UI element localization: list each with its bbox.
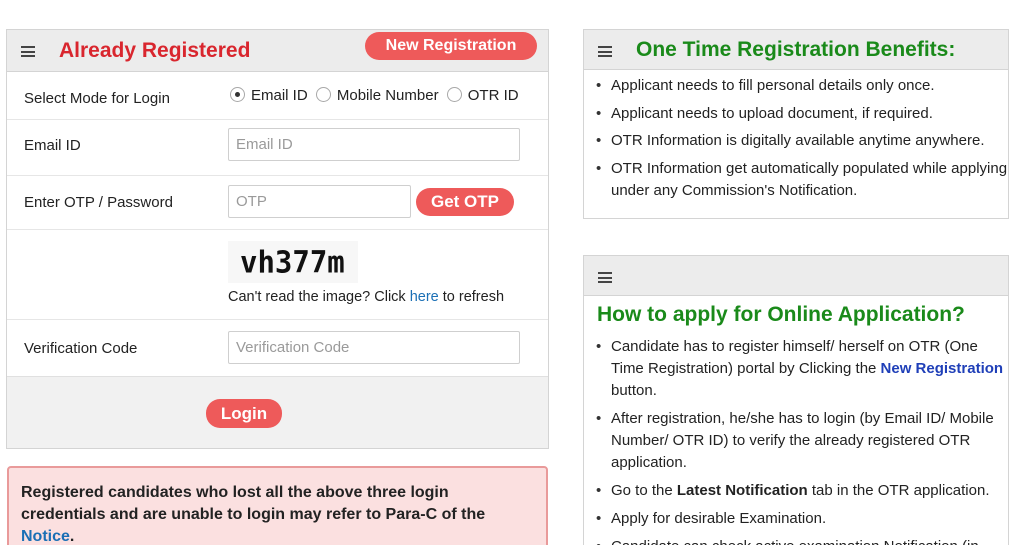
benefits-list: Applicant needs to fill personal details… <box>584 75 1008 207</box>
menu-icon <box>598 272 612 283</box>
list-item: Apply for desirable Examination. <box>584 508 1008 530</box>
new-registration-button[interactable]: New Registration <box>365 32 537 60</box>
verification-row: Verification Code <box>7 320 548 376</box>
benefits-title: One Time Registration Benefits: <box>636 38 956 61</box>
login-footer: Login <box>7 376 548 448</box>
new-registration-link[interactable]: New Registration <box>881 360 1004 377</box>
radio-email-id[interactable] <box>230 87 245 102</box>
radio-otr-id-label[interactable]: OTR ID <box>468 87 519 104</box>
radio-email-id-label[interactable]: Email ID <box>251 87 308 104</box>
benefits-panel-header: One Time Registration Benefits: <box>584 30 1008 70</box>
verification-label: Verification Code <box>24 340 138 357</box>
alert-suffix: . <box>69 528 75 545</box>
email-label: Email ID <box>24 137 81 154</box>
list-item: Candidate can check active examination N… <box>584 536 1008 545</box>
list-item: OTR Information get automatically popula… <box>584 158 1008 202</box>
list-item: Applicant needs to fill personal details… <box>584 75 1008 97</box>
login-mode-radio-group: Email ID Mobile Number OTR ID <box>230 87 523 104</box>
apply-steps-list: Candidate has to register himself/ herse… <box>584 336 1008 545</box>
list-item: Applicant needs to upload document, if r… <box>584 103 1008 125</box>
captcha-refresh-link[interactable]: here <box>410 289 439 305</box>
captcha-help-prefix: Can't read the image? Click <box>228 289 410 305</box>
login-mode-label: Select Mode for Login <box>24 90 170 107</box>
latest-notification-text: Latest Notification <box>676 482 808 499</box>
apply-title: How to apply for Online Application? <box>597 303 965 326</box>
menu-icon <box>21 46 35 57</box>
captcha-image: vh377m <box>228 241 358 283</box>
step3-suffix: tab in the OTR application. <box>807 482 990 499</box>
apply-panel-header <box>584 256 1008 296</box>
list-item: Go to the Latest Notification tab in the… <box>584 480 1008 502</box>
login-panel-header: Already Registered New Registration <box>7 30 548 72</box>
menu-icon <box>598 46 612 57</box>
list-item: After registration, he/she has to login … <box>584 408 1008 474</box>
login-panel-title: Already Registered <box>59 39 251 62</box>
step1-suffix: button. <box>611 382 657 399</box>
captcha-help-suffix: to refresh <box>438 289 505 305</box>
login-panel: Already Registered New Registration Sele… <box>6 29 549 449</box>
list-item: Candidate has to register himself/ herse… <box>584 336 1008 402</box>
alert-text: Registered candidates who lost all the a… <box>21 484 486 523</box>
verification-code-input[interactable] <box>228 331 520 364</box>
notice-link[interactable]: Notice <box>21 528 70 545</box>
radio-mobile-number-label[interactable]: Mobile Number <box>337 87 439 104</box>
step3-prefix: Go to the <box>611 482 677 499</box>
lost-credentials-alert: Registered candidates who lost all the a… <box>7 466 548 545</box>
radio-otr-id[interactable] <box>446 87 462 102</box>
list-item: OTR Information is digitally available a… <box>584 130 1008 152</box>
get-otp-button[interactable]: Get OTP <box>416 188 514 216</box>
captcha-help-text: Can't read the image? Click here to refr… <box>228 289 504 305</box>
otp-input[interactable] <box>228 185 411 218</box>
email-input[interactable] <box>228 128 520 161</box>
login-button[interactable]: Login <box>206 399 282 428</box>
otp-label: Enter OTP / Password <box>24 194 173 211</box>
how-to-apply-panel: How to apply for Online Application? Can… <box>583 255 1009 545</box>
radio-mobile-number[interactable] <box>315 87 331 102</box>
login-mode-row: Select Mode for Login Email ID Mobile Nu… <box>7 72 548 120</box>
email-row: Email ID <box>7 120 548 176</box>
benefits-panel: One Time Registration Benefits: Applican… <box>583 29 1009 219</box>
